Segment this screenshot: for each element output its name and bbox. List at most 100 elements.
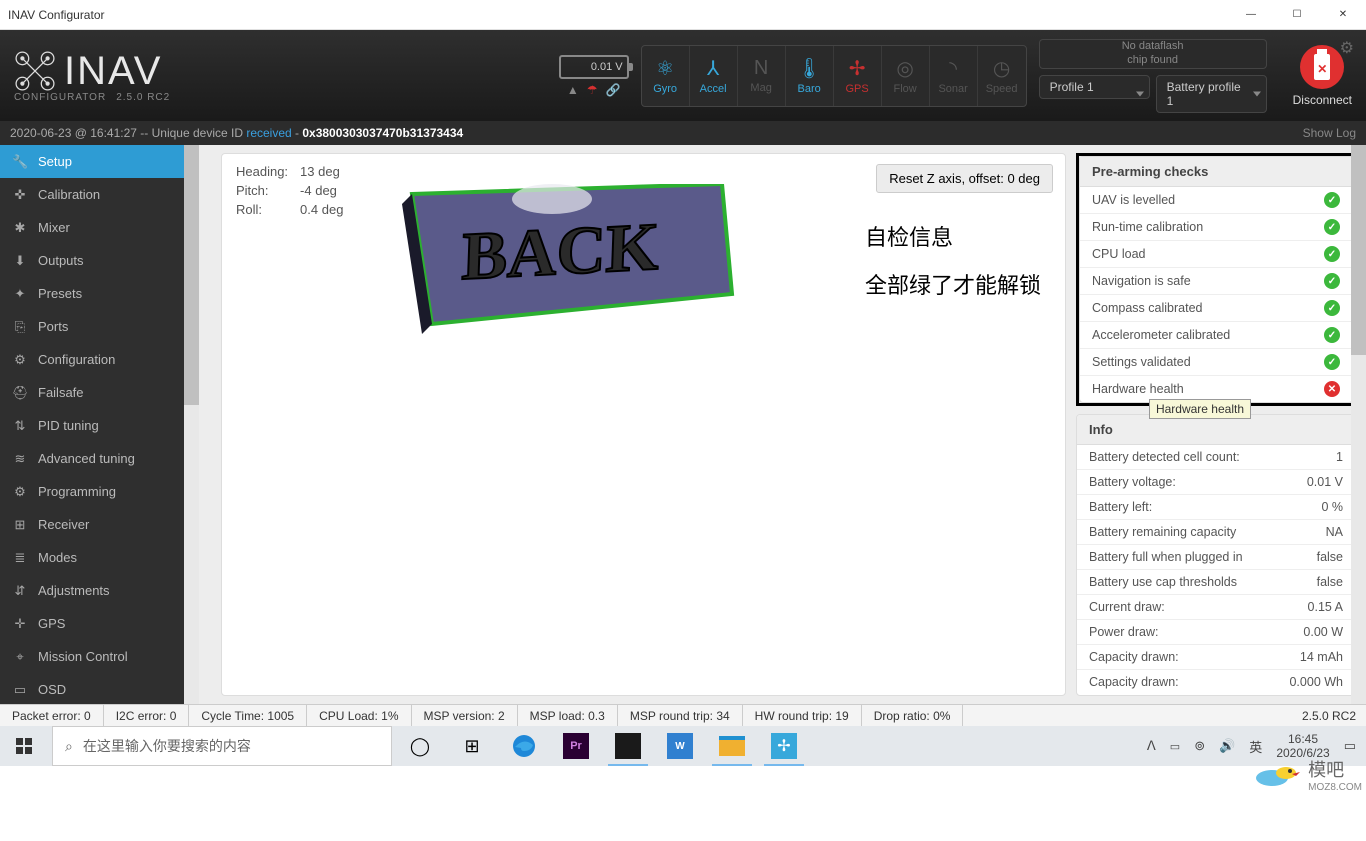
status-cell: I2C error: 0 [104,705,190,726]
premiere-app[interactable]: Pr [552,726,600,766]
sensor-flow[interactable]: ◎Flow [882,46,930,106]
sidebar-item-pid-tuning[interactable]: ⇅PID tuning [0,409,199,442]
prearm-uav-is-levelled: UAV is levelled✓ [1080,187,1352,214]
prearm-navigation-is-safe: Navigation is safe✓ [1080,268,1352,295]
info-row: Battery full when plugged infalse [1077,545,1355,570]
log-line: 2020-06-23 @ 16:41:27 -- Unique device I… [10,126,463,140]
tray-volume-icon[interactable]: 🔊 [1219,738,1235,754]
cortana-icon[interactable]: ◯ [396,726,444,766]
disconnect-button[interactable]: ✕ [1300,45,1344,89]
sidebar-item-adjustments[interactable]: ⇵Adjustments [0,574,199,607]
start-button[interactable] [0,726,48,766]
taskbar-search[interactable]: ⌕ 在这里输入你要搜索的内容 [52,726,392,766]
sensor-baro[interactable]: 🌡Baro [786,46,834,106]
sidebar-item-setup[interactable]: 🔧Setup [0,145,199,178]
task-view-icon[interactable]: ⊞ [448,726,496,766]
profile-select[interactable]: Profile 1 [1039,75,1150,99]
battery-profile-select[interactable]: Battery profile 1 [1156,75,1267,113]
info-card: Info Battery detected cell count:1Batter… [1076,414,1356,696]
status-cell: MSP version: 2 [412,705,518,726]
info-row: Battery use cap thresholdsfalse [1077,570,1355,595]
status-cell: Cycle Time: 1005 [189,705,307,726]
status-cell: Drop ratio: 0% [862,705,964,726]
prearm-cpu-load: CPU load✓ [1080,241,1352,268]
prearm-run-time-calibration: Run-time calibration✓ [1080,214,1352,241]
info-row: Power draw:0.00 W [1077,620,1355,645]
orientation-panel: Heading:13 deg Pitch:-4 deg Roll:0.4 deg… [221,153,1066,696]
settings-gear-icon[interactable]: ⚙ [1340,38,1354,58]
brand-sub1: CONFIGURATOR [14,92,106,103]
minimize-button[interactable]: — [1228,0,1274,30]
watermark: 模吧MOZ8.COM [1252,756,1362,793]
status-bar: Packet error: 0I2C error: 0Cycle Time: 1… [0,704,1366,726]
info-row: Current draw:0.15 A [1077,595,1355,620]
wps-app[interactable]: W [656,726,704,766]
sensor-mag[interactable]: NMag [738,46,786,106]
battery-indicator: 0.01 V [559,55,629,79]
annotation-text: 自检信息 全部绿了才能解锁 [865,214,1041,311]
inav-app[interactable]: ✢ [760,726,808,766]
prearming-checks-card: Pre-arming checks UAV is levelled✓Run-ti… [1079,156,1353,403]
sidebar-item-mixer[interactable]: ✱Mixer [0,211,199,244]
brand-name: INAV [64,49,162,94]
sidebar-item-outputs[interactable]: ⬇Outputs [0,244,199,277]
sidebar-item-failsafe[interactable]: ⛑Failsafe [0,376,199,409]
tray-ime[interactable]: 英 [1249,737,1262,756]
brand-sub2: 2.5.0 RC2 [116,92,170,103]
sidebar-item-presets[interactable]: ✦Presets [0,277,199,310]
sensor-sonar[interactable]: ◝Sonar [930,46,978,106]
sidebar-item-advanced-tuning[interactable]: ≋Advanced tuning [0,442,199,475]
app-dark[interactable] [604,726,652,766]
info-row: Battery voltage:0.01 V [1077,470,1355,495]
sidebar-item-mission-control[interactable]: ⌖Mission Control [0,640,199,673]
maximize-button[interactable]: ☐ [1274,0,1320,30]
3d-model-view[interactable]: BACK [402,184,752,344]
show-log-button[interactable]: Show Log [1303,126,1356,140]
drone-icon [14,50,56,92]
disconnect-label: Disconnect [1293,93,1352,107]
info-row: Battery left:0 % [1077,495,1355,520]
warning-icon: ▲ [567,83,579,97]
status-cell: MSP load: 0.3 [518,705,618,726]
info-row: Capacity drawn:14 mAh [1077,645,1355,670]
logo: INAV CONFIGURATOR 2.5.0 RC2 [14,49,170,103]
dataflash-status: No dataflash chip found [1039,39,1267,69]
sensor-gps[interactable]: ✢GPS [834,46,882,106]
sensor-speed[interactable]: ◷Speed [978,46,1026,106]
parachute-icon: ☂ [587,83,598,97]
tray-notifications-icon[interactable]: ▭ [1344,738,1356,754]
tray-wifi-icon[interactable]: ⊚ [1194,738,1205,754]
info-row: Battery remaining capacityNA [1077,520,1355,545]
status-cell: MSP round trip: 34 [618,705,743,726]
tooltip: Hardware health [1149,399,1251,419]
close-button[interactable]: ✕ [1320,0,1366,30]
sidebar-item-osd[interactable]: ▭OSD [0,673,199,706]
status-cell: CPU Load: 1% [307,705,411,726]
sensor-gyro[interactable]: ⚛Gyro [642,46,690,106]
status-version: 2.5.0 RC2 [1292,709,1366,723]
tray-chevron-icon[interactable]: ᐱ [1147,738,1156,754]
sidebar-item-gps[interactable]: ✛GPS [0,607,199,640]
sidebar-item-modes[interactable]: ≣Modes [0,541,199,574]
prearm-settings-validated: Settings validated✓ [1080,349,1352,376]
sidebar-item-programming[interactable]: ⚙Programming [0,475,199,508]
tray-battery-icon[interactable]: ▭ [1170,740,1180,753]
info-row: Battery detected cell count:1 [1077,445,1355,470]
sidebar-item-receiver[interactable]: ⊞Receiver [0,508,199,541]
sidebar: 🔧Setup✜Calibration✱Mixer⬇Outputs✦Presets… [0,145,199,704]
edge-app[interactable] [500,726,548,766]
window-title: INAV Configurator [0,8,113,22]
reset-z-axis-button[interactable]: Reset Z axis, offset: 0 deg [876,164,1053,193]
svg-text:BACK: BACK [461,208,661,294]
search-icon: ⌕ [65,738,73,755]
explorer-app[interactable] [708,726,756,766]
sensor-accel[interactable]: ⅄Accel [690,46,738,106]
sidebar-item-ports[interactable]: ⎘Ports [0,310,199,343]
sensor-bar: ⚛Gyro⅄AccelNMag🌡Baro✢GPS◎Flow◝Sonar◷Spee… [641,45,1027,107]
prearm-accelerometer-calibrated: Accelerometer calibrated✓ [1080,322,1352,349]
prearm-compass-calibrated: Compass calibrated✓ [1080,295,1352,322]
sidebar-scrollbar[interactable] [184,145,199,704]
sidebar-item-configuration[interactable]: ⚙Configuration [0,343,199,376]
content-scrollbar[interactable] [1351,145,1366,704]
sidebar-item-calibration[interactable]: ✜Calibration [0,178,199,211]
